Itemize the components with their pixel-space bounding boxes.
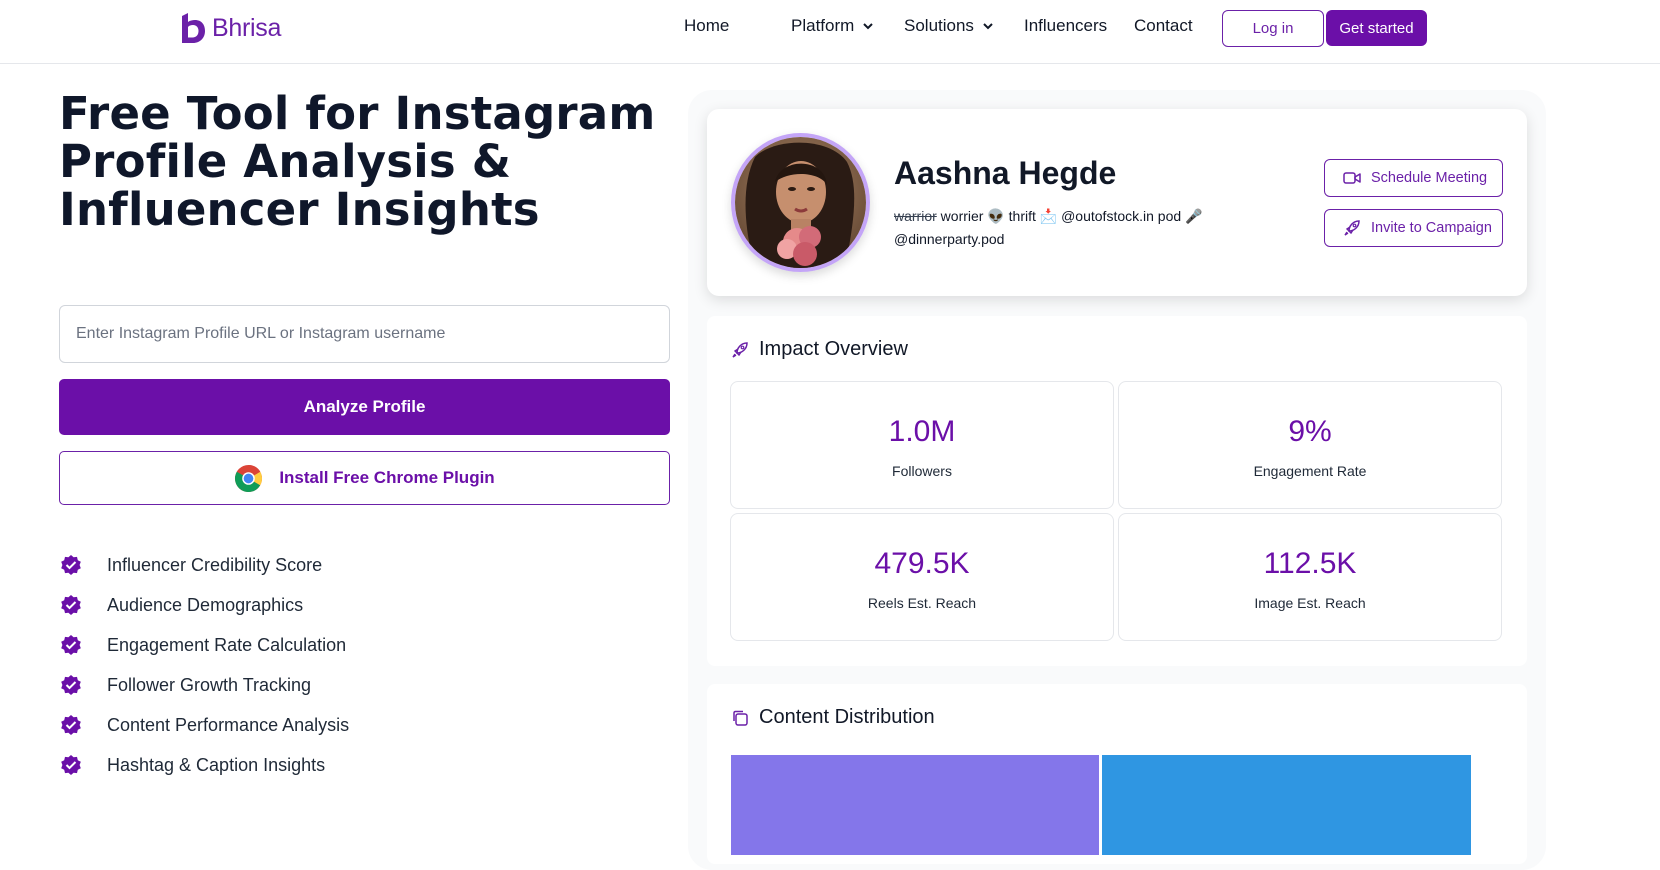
feature-label: Engagement Rate Calculation: [107, 634, 347, 655]
stat-value: 479.5K: [874, 547, 970, 580]
feature-label: Audience Demographics: [107, 594, 304, 615]
profile-bio: warrior worrier 👽 thrift 📩 @outofstock.i…: [894, 205, 1254, 251]
content-bar-segment-1: [731, 755, 1099, 855]
check-badge-icon: [61, 755, 81, 775]
chevron-down-icon: [983, 23, 993, 30]
nav-influencers[interactable]: Influencers: [1024, 16, 1107, 36]
feature-item: Audience Demographics: [59, 585, 349, 625]
feature-label: Hashtag & Caption Insights: [107, 754, 326, 775]
feature-item: Influencer Credibility Score: [59, 545, 349, 585]
check-badge-icon: [61, 675, 81, 695]
install-chrome-plugin-button[interactable]: Install Free Chrome Plugin: [59, 451, 670, 505]
profile-url-input[interactable]: [59, 305, 670, 363]
content-bar-segment-2: [1102, 755, 1471, 855]
check-badge-icon: [61, 715, 81, 735]
bio-strikethrough: warrior: [894, 208, 937, 224]
feature-list: Influencer Credibility Score Audience De…: [59, 545, 349, 785]
stat-value: 112.5K: [1263, 547, 1357, 580]
chrome-icon: [235, 464, 263, 492]
chevron-down-icon: [863, 23, 874, 30]
check-badge-icon: [61, 635, 81, 655]
bhrisa-logo-icon: [182, 13, 205, 43]
stat-card-followers: 1.0M Followers: [730, 381, 1114, 509]
top-nav: Bhrisa Home Platform Solutions Influence…: [0, 0, 1660, 64]
stat-label: Image Est. Reach: [1254, 595, 1366, 611]
schedule-meeting-button[interactable]: Schedule Meeting: [1324, 159, 1503, 197]
feature-label: Follower Growth Tracking: [107, 674, 312, 695]
nav-platform[interactable]: Platform: [791, 16, 874, 36]
feature-item: Engagement Rate Calculation: [59, 625, 349, 665]
stat-label: Engagement Rate: [1253, 463, 1367, 479]
profile-name: Aashna Hegde: [894, 155, 1117, 191]
feature-label: Influencer Credibility Score: [107, 554, 323, 575]
stat-label: Reels Est. Reach: [867, 595, 977, 611]
nav-contact-label: Contact: [1134, 16, 1193, 35]
stat-value: 1.0M: [888, 415, 956, 448]
check-badge-icon: [61, 555, 81, 575]
invite-to-campaign-label: Invite to Campaign: [1371, 220, 1492, 236]
nav-home[interactable]: Home: [684, 16, 729, 36]
invite-to-campaign-button[interactable]: Invite to Campaign: [1324, 209, 1503, 247]
bio-line-2: @dinnerparty.pod: [894, 231, 1005, 247]
nav-contact[interactable]: Contact: [1134, 16, 1193, 36]
stat-label: Followers: [892, 463, 952, 479]
copy-icon: [733, 710, 748, 726]
content-distribution-label: Content Distribution: [759, 706, 935, 728]
impact-overview-title: Impact Overview: [731, 338, 908, 361]
schedule-meeting-label: Schedule Meeting: [1371, 170, 1488, 186]
logo[interactable]: Bhrisa: [178, 12, 281, 44]
logo-text: Bhrisa: [212, 13, 282, 42]
nav-home-label: Home: [684, 16, 730, 35]
feature-label: Content Performance Analysis: [107, 714, 350, 735]
get-started-button[interactable]: Get started: [1326, 10, 1427, 46]
stat-card-reels-reach: 479.5K Reels Est. Reach: [730, 513, 1114, 641]
feature-item: Content Performance Analysis: [59, 705, 349, 745]
feature-item: Hashtag & Caption Insights: [59, 745, 349, 785]
page-title: Free Tool for Instagram Profile Analysis…: [59, 87, 656, 236]
rocket-icon: [732, 341, 748, 358]
stat-value: 9%: [1288, 415, 1332, 448]
profile-photo: [735, 137, 866, 268]
nav-solutions-label: Solutions: [904, 16, 974, 35]
bio-line-1: worrier 👽 thrift 📩 @outofstock.in pod 🎤: [936, 208, 1203, 224]
avatar: [731, 133, 870, 272]
analyze-profile-button[interactable]: Analyze Profile: [59, 379, 670, 435]
content-distribution-title: Content Distribution: [731, 706, 935, 729]
stat-card-engagement-rate: 9% Engagement Rate: [1118, 381, 1502, 509]
nav-influencers-label: Influencers: [1024, 16, 1108, 35]
rocket-icon: [1344, 220, 1360, 236]
login-button[interactable]: Log in: [1222, 10, 1324, 47]
nav-solutions[interactable]: Solutions: [904, 16, 994, 36]
impact-overview-label: Impact Overview: [759, 338, 908, 360]
nav-platform-label: Platform: [791, 16, 855, 35]
feature-item: Follower Growth Tracking: [59, 665, 349, 705]
install-chrome-plugin-label: Install Free Chrome Plugin: [279, 468, 495, 487]
video-camera-icon: [1343, 172, 1361, 184]
stat-card-image-reach: 112.5K Image Est. Reach: [1118, 513, 1502, 641]
check-badge-icon: [61, 595, 81, 615]
